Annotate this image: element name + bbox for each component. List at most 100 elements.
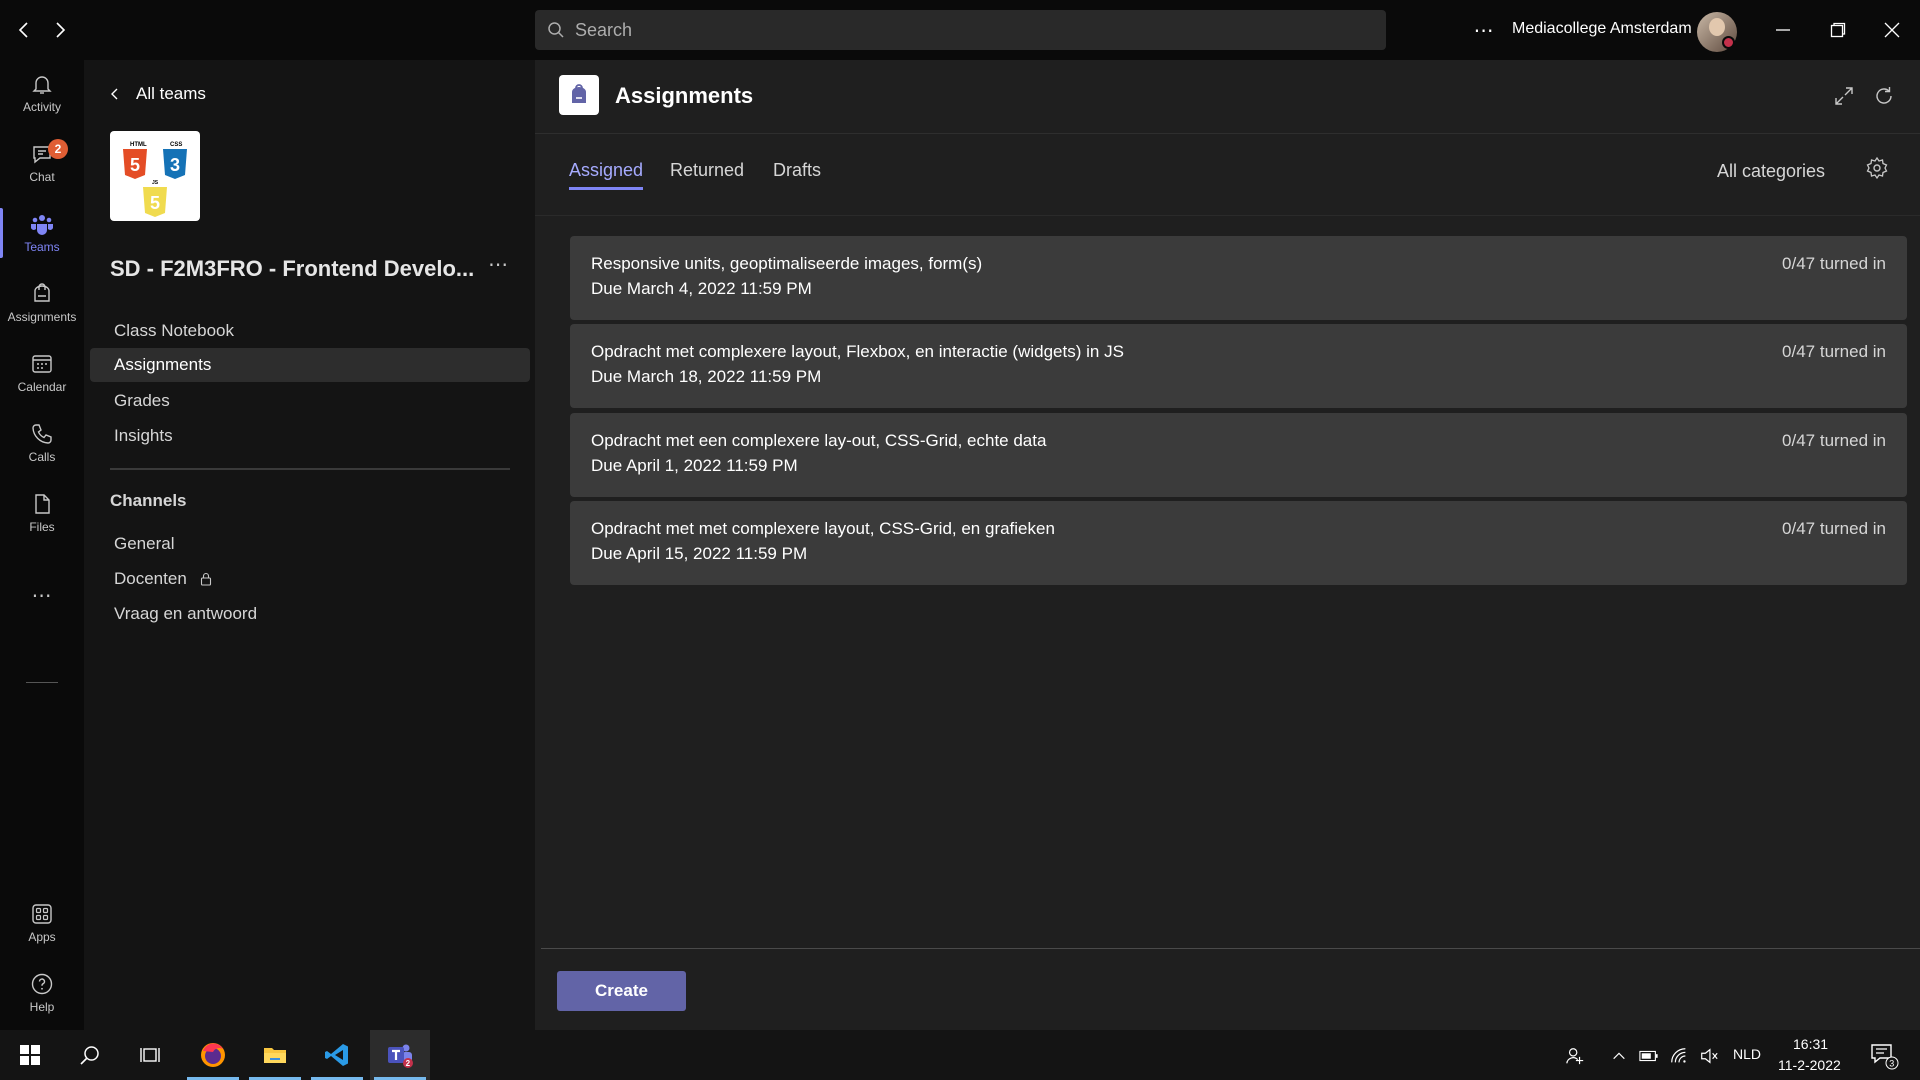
phone-icon (32, 424, 52, 444)
assignments-icon (34, 283, 50, 302)
search-bar[interactable] (535, 10, 1386, 50)
lock-icon (200, 572, 211, 586)
assignment-status: 0/47 turned in (1782, 254, 1886, 273)
category-filter[interactable]: All categories (1717, 161, 1825, 182)
assignment-due: Due April 1, 2022 11:59 PM (591, 456, 798, 475)
minimize-icon[interactable] (1767, 14, 1799, 46)
rail-more-button[interactable]: ⋯ (0, 580, 84, 610)
windows-taskbar: 2 NLD 16:31 11-2-2022 3 (0, 1030, 1920, 1080)
bell-icon (32, 76, 52, 94)
rail-item-files[interactable]: Files (0, 480, 84, 546)
volume-muted-icon[interactable] (1698, 1045, 1720, 1067)
team-panel: All teams HTML CSS 5 3 JS 5 SD - F2M3FRO… (84, 60, 535, 1030)
battery-icon[interactable] (1638, 1045, 1660, 1067)
assignment-title: Opdracht met met complexere layout, CSS-… (591, 519, 1055, 538)
assignment-status: 0/47 turned in (1782, 519, 1886, 538)
assignment-card[interactable]: Responsive units, geoptimaliseerde image… (570, 236, 1907, 320)
file-icon (35, 494, 50, 514)
chevron-left-icon (111, 88, 118, 100)
all-teams-link[interactable]: All teams (108, 84, 206, 104)
team-more-button[interactable]: ⋯ (488, 252, 508, 277)
assignment-card[interactable]: Opdracht met met complexere layout, CSS-… (570, 501, 1907, 585)
more-options-button[interactable]: ⋯ (1468, 14, 1500, 46)
tab-drafts[interactable]: Drafts (773, 160, 821, 187)
tabs-divider (535, 215, 1920, 216)
tab-assigned[interactable]: Assigned (569, 160, 644, 190)
logo-html-text: HTML (130, 142, 147, 148)
team-name: SD - F2M3FRO - Frontend Develo... (110, 256, 475, 281)
tab-returned[interactable]: Returned (670, 160, 744, 187)
org-name: Mediacollege Amsterdam (1512, 20, 1692, 37)
rail-item-assignments[interactable]: Assignments (0, 270, 84, 336)
rail-item-teams[interactable]: Teams (0, 200, 84, 266)
channel-general[interactable]: General (90, 527, 530, 561)
clock-time[interactable]: 16:31 (1793, 1036, 1828, 1052)
file-explorer-icon[interactable] (245, 1030, 305, 1080)
clock-date[interactable]: 11-2-2022 (1778, 1057, 1841, 1073)
expand-icon[interactable] (1832, 84, 1856, 108)
people-icon[interactable] (1564, 1045, 1586, 1067)
search-icon (548, 22, 564, 38)
teams-taskbar-icon[interactable]: 2 (370, 1030, 430, 1080)
rail-item-calls[interactable]: Calls (0, 410, 84, 476)
rail-label: Files (29, 520, 55, 534)
assignment-due: Due March 4, 2022 11:59 PM (591, 279, 812, 298)
channel-docenten[interactable]: Docenten (90, 562, 530, 596)
assignments-app-icon (559, 75, 599, 115)
apps-icon (32, 904, 52, 924)
rail-item-chat[interactable]: Chat 2 (0, 130, 84, 196)
refresh-icon[interactable] (1872, 84, 1896, 108)
assignment-title: Responsive units, geoptimaliseerde image… (591, 254, 983, 273)
restore-icon[interactable] (1822, 14, 1854, 46)
rail-item-apps[interactable]: Apps (0, 890, 84, 956)
panel-divider (110, 468, 510, 470)
assignment-due: Due April 15, 2022 11:59 PM (591, 544, 808, 563)
notification-center-icon[interactable]: 3 (1869, 1040, 1899, 1070)
teams-icon (31, 215, 53, 235)
rail-label: Chat (29, 170, 55, 184)
app-rail: Activity Chat 2 Teams Assignments Calend… (0, 60, 84, 1030)
rail-item-help[interactable]: Help (0, 960, 84, 1026)
chat-badge: 2 (48, 139, 68, 159)
assignment-card[interactable]: Opdracht met een complexere lay-out, CSS… (570, 413, 1907, 497)
gear-icon[interactable] (1865, 156, 1889, 180)
create-button[interactable]: Create (557, 971, 686, 1011)
channel-vraag-en-antwoord[interactable]: Vraag en antwoord (90, 597, 530, 631)
search-input[interactable] (575, 19, 1355, 41)
task-view-icon[interactable] (120, 1030, 180, 1080)
assignment-status: 0/47 turned in (1782, 342, 1886, 361)
rail-label: Help (29, 1000, 55, 1014)
rail-item-calendar[interactable]: Calendar (0, 340, 84, 406)
nav-insights[interactable]: Insights (90, 419, 530, 453)
rail-divider (26, 682, 58, 683)
svg-text:3: 3 (170, 155, 180, 175)
rail-item-activity[interactable]: Activity (0, 60, 84, 126)
language-indicator[interactable]: NLD (1733, 1046, 1761, 1062)
windows-start-icon[interactable] (0, 1030, 60, 1080)
footer-divider (541, 948, 1920, 949)
back-arrow-icon[interactable] (8, 14, 40, 46)
rail-label: Calls (28, 450, 56, 464)
nav-grades[interactable]: Grades (90, 384, 530, 418)
wifi-icon[interactable] (1668, 1045, 1690, 1067)
channels-heading: Channels (110, 491, 187, 510)
firefox-icon[interactable] (183, 1030, 243, 1080)
team-logo: HTML CSS 5 3 JS 5 (110, 131, 200, 221)
taskbar-search-icon[interactable] (60, 1030, 120, 1080)
chevron-up-icon[interactable] (1608, 1045, 1630, 1067)
forward-arrow-icon[interactable] (44, 14, 76, 46)
nav-class-notebook[interactable]: Class Notebook (90, 314, 530, 348)
rail-label: Calendar (17, 380, 67, 394)
close-icon[interactable] (1876, 14, 1908, 46)
assignment-status: 0/47 turned in (1782, 431, 1886, 450)
assignment-title: Opdracht met complexere layout, Flexbox,… (591, 342, 1124, 361)
rail-label: Apps (28, 930, 56, 944)
title-bar: ⋯ Mediacollege Amsterdam (0, 0, 1920, 60)
assignment-card[interactable]: Opdracht met complexere layout, Flexbox,… (570, 324, 1907, 408)
vscode-icon[interactable] (307, 1030, 367, 1080)
svg-text:5: 5 (130, 155, 140, 175)
rail-label: Activity (22, 100, 61, 114)
html-css-js-logo-icon: HTML CSS 5 3 JS 5 (123, 142, 187, 217)
nav-assignments[interactable]: Assignments (90, 348, 530, 382)
teams-taskbar-badge: 2 (406, 1059, 411, 1068)
